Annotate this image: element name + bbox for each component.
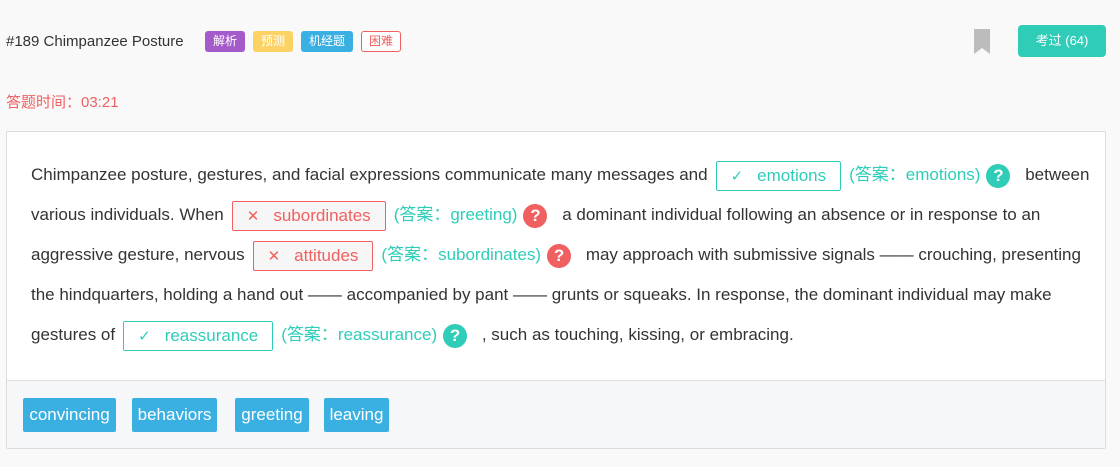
cross-icon: ✕ (246, 207, 260, 225)
tag-difficulty: 困难 (361, 31, 401, 52)
passage-segment: , such as touching, kissing, or embracin… (481, 325, 794, 344)
cross-icon: ✕ (267, 247, 281, 265)
tag-predict[interactable]: 预测 (253, 31, 293, 52)
tag-machine-question[interactable]: 机经题 (301, 31, 353, 52)
question-title: #189 Chimpanzee Posture (6, 33, 184, 50)
correct-answer-1: (答案：emotions) (849, 165, 981, 184)
answer-timer: 答题时间：03:21 (6, 94, 119, 111)
word-options-bar: convincing behaviors greeting leaving (7, 380, 1105, 448)
question-header: #189 Chimpanzee Posture 解析 预测 机经题 困难 考过 … (0, 0, 1120, 84)
check-icon: ✓ (138, 327, 151, 345)
answer-blank-3[interactable]: ✕ attitudes (252, 240, 374, 271)
option-chip-leaving[interactable]: leaving (324, 398, 389, 432)
blank-value: subordinates (273, 205, 371, 225)
answer-blank-2[interactable]: ✕ subordinates (231, 200, 386, 231)
option-chip-convincing[interactable]: convincing (23, 398, 116, 432)
passage-text: Chimpanzee posture, gestures, and facial… (31, 155, 1091, 355)
blank-value: attitudes (294, 245, 359, 265)
question-card: Chimpanzee posture, gestures, and facial… (6, 131, 1106, 449)
help-icon[interactable]: ? (443, 323, 468, 348)
option-chip-greeting[interactable]: greeting (235, 398, 309, 432)
blank-value: emotions (757, 165, 827, 185)
check-icon: ✓ (730, 167, 744, 185)
option-chip-behaviors[interactable]: behaviors (132, 398, 217, 432)
help-icon[interactable]: ? (523, 203, 548, 228)
correct-answer-2: (答案：greeting) (393, 205, 518, 224)
help-icon[interactable]: ? (547, 243, 572, 268)
answer-blank-1[interactable]: ✓ emotions (715, 160, 842, 191)
correct-answer-3: (答案：subordinates) (381, 245, 542, 264)
help-icon[interactable]: ? (986, 163, 1011, 188)
passage-segment: Chimpanzee posture, gestures, and facial… (31, 165, 708, 184)
passed-count-button[interactable]: 考过 (64) (1018, 25, 1106, 57)
bookmark-icon[interactable] (974, 29, 990, 54)
correct-answer-4: (答案：reassurance) (281, 325, 438, 344)
tag-analysis[interactable]: 解析 (205, 31, 245, 52)
blank-value: reassurance (164, 325, 259, 345)
answer-blank-4[interactable]: ✓ reassurance (123, 320, 274, 351)
